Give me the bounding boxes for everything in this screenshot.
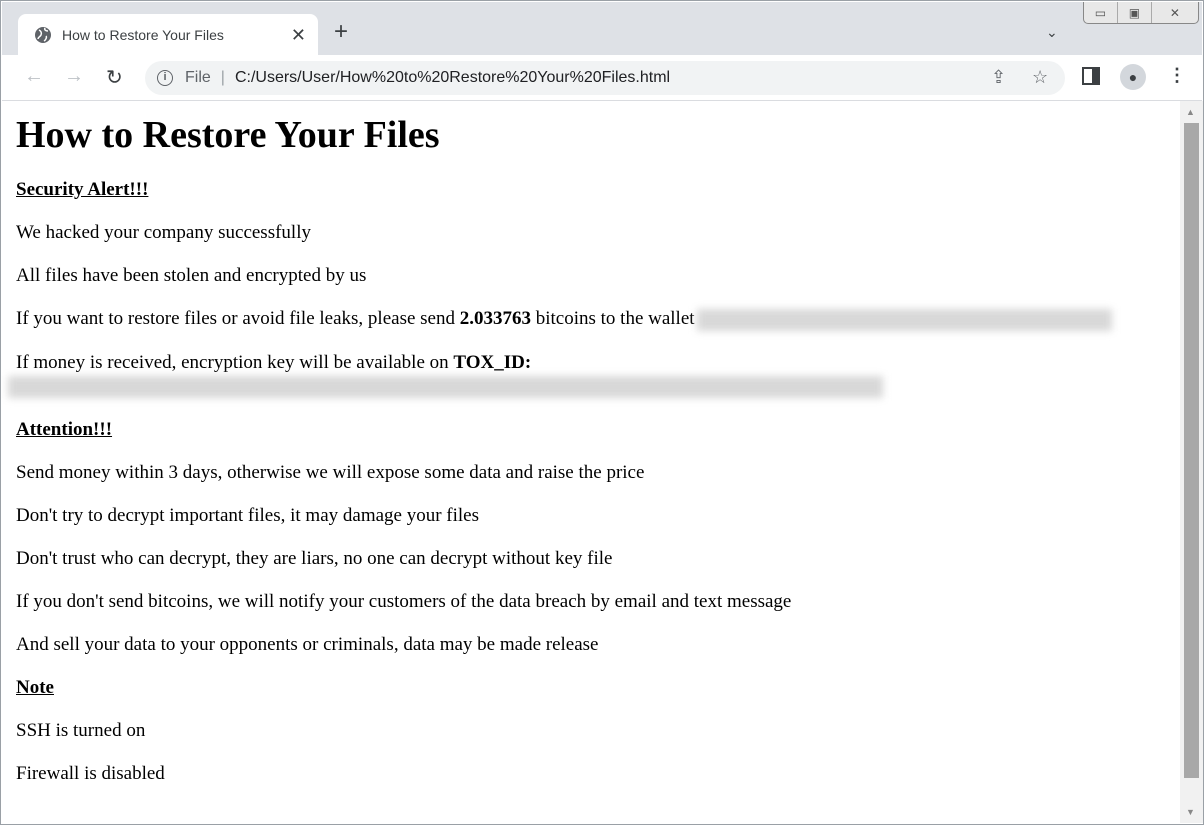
line-ransom: If you want to restore files or avoid fi… — [16, 308, 1163, 331]
url-scheme: File — [185, 69, 211, 86]
tab-active[interactable]: How to Restore Your Files ✕ — [18, 14, 318, 56]
back-icon[interactable]: ← — [24, 65, 44, 88]
tab-title: How to Restore Your Files — [62, 27, 224, 43]
page-content: How to Restore Your Files Security Alert… — [1, 101, 1178, 823]
close-window-button[interactable]: ✕ — [1152, 2, 1198, 23]
new-tab-button[interactable]: + — [334, 20, 348, 44]
bitcoin-amount: 2.033763 — [459, 308, 531, 329]
redacted-wallet — [696, 308, 1112, 331]
globe-icon — [35, 27, 51, 43]
forward-icon[interactable]: → — [64, 65, 84, 88]
redacted-tox-id-row — [8, 376, 1163, 399]
attention-line: If you don't send bitcoins, we will noti… — [16, 591, 792, 613]
info-icon[interactable]: i — [157, 70, 173, 86]
profile-avatar-icon[interactable]: ● — [1120, 64, 1146, 90]
attention-line: Don't trust who can decrypt, they are li… — [16, 548, 613, 570]
attention-heading: Attention!!! — [16, 419, 113, 441]
attention-line: And sell your data to your opponents or … — [16, 634, 599, 656]
note-line: SSH is turned on — [16, 720, 146, 742]
line-tox: If money is received, encryption key wil… — [16, 351, 532, 373]
page-title: How to Restore Your Files — [16, 114, 440, 156]
note-heading: Note — [16, 677, 54, 699]
address-bar[interactable]: i File | C:/Users/User/How%20to%20Restor… — [145, 61, 1065, 95]
share-icon[interactable]: ⇪ — [991, 67, 1006, 88]
menu-kebab-icon[interactable]: ⋮ — [1168, 65, 1186, 86]
line-stolen: All files have been stolen and encrypted… — [16, 265, 367, 286]
window-controls: ▭ ▣ ✕ — [1083, 2, 1199, 24]
tox-id-label: TOX_ID: — [453, 351, 532, 373]
tab-search-chevron-icon[interactable]: ⌄ — [1046, 24, 1058, 41]
minimize-button[interactable]: ▭ — [1084, 2, 1118, 23]
toolbar: ← → ↻ i File | C:/Users/User/How%20to%20… — [2, 55, 1202, 101]
url-text[interactable]: C:/Users/User/How%20to%20Restore%20Your%… — [235, 69, 670, 87]
tab-bar: How to Restore Your Files ✕ + ⌄ — [2, 2, 1202, 56]
line-hacked: We hacked your company successfully — [16, 222, 311, 243]
attention-line: Send money within 3 days, otherwise we w… — [16, 462, 645, 484]
maximize-button[interactable]: ▣ — [1118, 2, 1152, 23]
close-tab-icon[interactable]: ✕ — [291, 25, 306, 46]
scrollbar-thumb[interactable] — [1184, 123, 1199, 778]
side-panel-icon[interactable] — [1082, 67, 1100, 85]
scroll-up-arrow-icon[interactable]: ▲ — [1186, 107, 1195, 117]
bookmark-star-icon[interactable]: ☆ — [1032, 67, 1048, 88]
scroll-down-arrow-icon[interactable]: ▼ — [1186, 807, 1195, 817]
redacted-tox-id — [8, 376, 883, 399]
reload-icon[interactable]: ↻ — [106, 65, 123, 90]
separator: | — [220, 69, 225, 86]
security-alert-heading: Security Alert!!! — [16, 179, 149, 200]
note-line: Firewall is disabled — [16, 763, 165, 785]
vertical-scrollbar[interactable]: ▲ ▼ — [1180, 101, 1203, 823]
attention-line: Don't try to decrypt important files, it… — [16, 505, 480, 527]
